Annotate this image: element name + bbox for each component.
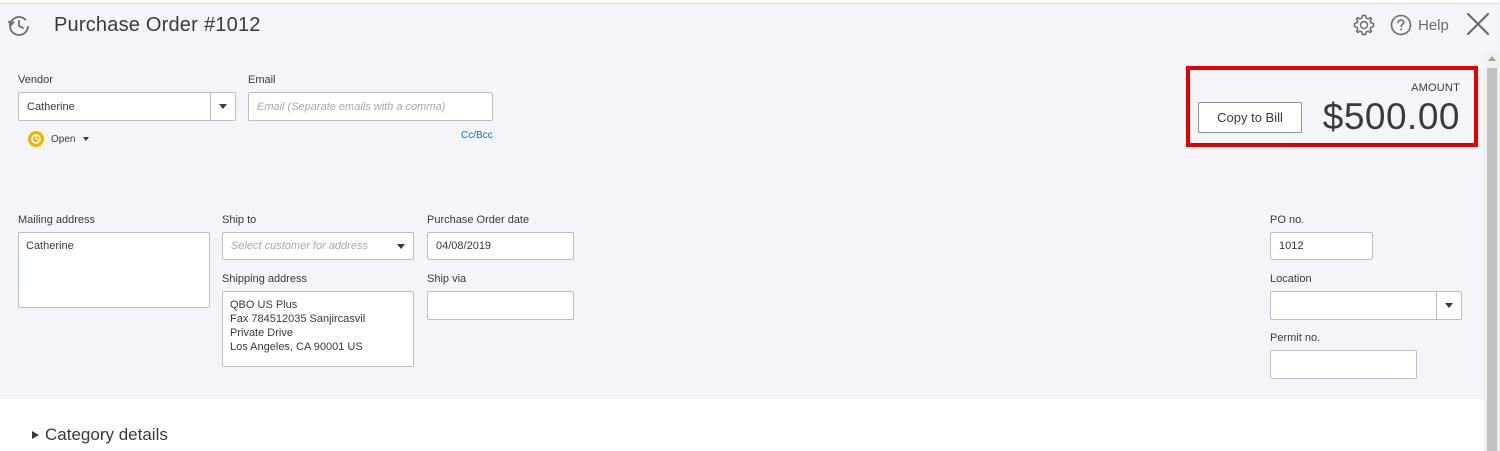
status-dropdown[interactable]: Open [27, 130, 90, 148]
location-label: Location [1270, 273, 1312, 285]
email-label: Email [248, 74, 276, 86]
permit-no-label: Permit no. [1270, 332, 1321, 344]
expand-arrow-icon [32, 431, 39, 439]
shipping-address-field[interactable]: QBO US Plus Fax 784512035 Sanjircasvil P… [222, 291, 414, 367]
open-status-icon [28, 131, 44, 147]
page-title-text: Purchase Order [54, 14, 198, 36]
mailing-address-line: Catherine [26, 240, 74, 252]
amount-value: $500.00 [1322, 96, 1460, 137]
ship-via-label: Ship via [427, 273, 467, 285]
po-date-field[interactable]: 04/08/2019 [427, 232, 574, 260]
location-dropdown-button[interactable] [1436, 292, 1461, 319]
shipping-address-line: Private Drive [230, 327, 293, 339]
ship-to-select[interactable]: Select customer for address [222, 232, 414, 260]
status-label: Open [51, 133, 76, 145]
ship-to-placeholder: Select customer for address [231, 240, 368, 252]
ship-via-field[interactable] [427, 291, 574, 320]
chevron-down-icon [83, 137, 90, 141]
vertical-scrollbar[interactable] [1484, 52, 1500, 451]
cc-bcc-link[interactable]: Cc/Bcc [461, 130, 493, 141]
email-field[interactable]: Email (Separate emails with a comma) [248, 92, 493, 121]
ship-to-dropdown-button[interactable] [388, 233, 413, 259]
shipping-address-line: QBO US Plus [230, 299, 298, 311]
help-label: Help [1418, 16, 1449, 34]
amount-panel: AMOUNT Copy to Bill $500.00 [1186, 66, 1478, 147]
vendor-value: Catherine [27, 100, 75, 113]
po-date-label: Purchase Order date [427, 214, 530, 226]
category-details-label: Category details [45, 425, 168, 444]
amount-label: AMOUNT [1411, 82, 1460, 94]
gear-icon[interactable] [1352, 13, 1376, 37]
vendor-label: Vendor [18, 74, 53, 86]
mailing-address-label: Mailing address [18, 214, 96, 226]
shipping-address-line: Los Angeles, CA 90001 US [230, 341, 363, 353]
shipping-address-line: Fax 784512035 Sanjircasvil [230, 313, 366, 325]
po-date-value: 04/08/2019 [436, 240, 492, 252]
permit-no-field[interactable] [1270, 350, 1417, 379]
recent-transactions-icon[interactable] [5, 12, 33, 40]
vendor-dropdown-button[interactable] [210, 93, 235, 120]
page-header: Purchase Order #1012 Help [0, 4, 1500, 48]
close-icon[interactable] [1464, 10, 1492, 38]
email-placeholder: Email (Separate emails with a comma) [257, 100, 446, 113]
shipping-address-label: Shipping address [222, 273, 308, 285]
chevron-down-icon [1445, 303, 1453, 308]
mailing-address-field[interactable]: Catherine [18, 232, 210, 308]
vendor-select[interactable]: Catherine [18, 92, 236, 121]
page-title: Purchase Order #1012 [54, 14, 261, 37]
po-no-field[interactable]: 1012 [1270, 232, 1373, 260]
ship-to-label: Ship to [222, 214, 257, 226]
help-button[interactable]: Help [1390, 13, 1449, 37]
details-panel [0, 399, 1484, 451]
help-icon [1390, 14, 1412, 36]
scrollbar-thumb[interactable] [1487, 68, 1497, 451]
category-details-toggle[interactable]: Category details [32, 425, 168, 445]
chevron-down-icon [396, 243, 405, 249]
po-number-title: #1012 [203, 14, 261, 36]
copy-to-bill-button[interactable]: Copy to Bill [1198, 102, 1302, 133]
scroll-up-arrow-icon[interactable] [1488, 56, 1496, 61]
po-no-value: 1012 [1279, 240, 1304, 252]
location-select[interactable] [1270, 291, 1462, 320]
chevron-down-icon [219, 104, 227, 109]
po-no-label: PO no. [1270, 214, 1305, 226]
